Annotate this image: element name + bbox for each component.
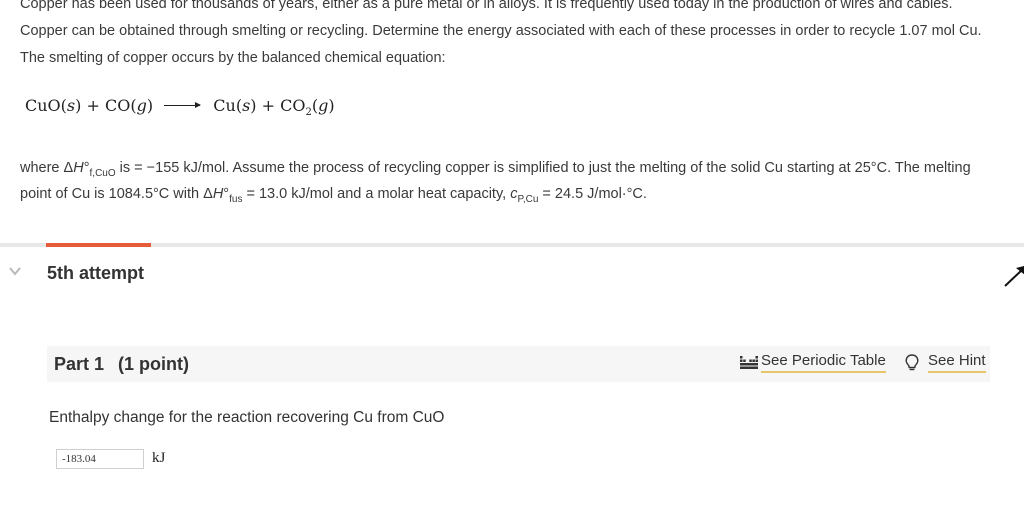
answer-unit: kJ <box>152 450 166 466</box>
question-text: Enthalpy change for the reaction recover… <box>49 409 445 426</box>
product-1: Cu(s) <box>213 96 257 115</box>
progress-accent-bar <box>46 243 151 247</box>
problem-line-5: point of Cu is 1084.5°C with ΔH°fus = 13… <box>20 186 647 205</box>
lightbulb-icon <box>905 353 919 370</box>
see-hint-label[interactable]: See Hint <box>928 352 986 373</box>
see-periodic-table-link[interactable]: See Periodic Table <box>740 352 886 373</box>
product-2: CO2(g) <box>280 96 335 119</box>
problem-line-2: Copper can be obtained through smelting … <box>20 23 982 39</box>
problem-line-3: The smelting of copper occurs by the bal… <box>20 50 446 66</box>
section-divider <box>0 243 1024 247</box>
plus-sign: + <box>86 96 100 115</box>
reaction-arrow-icon <box>164 102 202 108</box>
reactant-1: CuO(s) <box>25 96 82 115</box>
chemical-equation: CuO(s) + CO(g) Cu(s) + CO2(g) <box>25 96 335 118</box>
part-points: (1 point) <box>118 354 190 374</box>
arrow-icon <box>1004 266 1024 287</box>
plus-sign: + <box>261 96 276 115</box>
reactant-2: CO(g) <box>104 96 154 115</box>
see-periodic-table-label[interactable]: See Periodic Table <box>761 352 886 373</box>
see-hint-link[interactable]: See Hint <box>905 352 986 373</box>
chevron-down-icon[interactable] <box>9 265 21 277</box>
problem-line-1: Copper has been used for thousands of ye… <box>20 0 953 12</box>
periodic-table-icon <box>740 355 758 369</box>
part-title: Part 1 (1 point) <box>54 354 189 375</box>
part-number: Part 1 <box>54 354 105 374</box>
attempt-label[interactable]: 5th attempt <box>47 263 144 284</box>
answer-input[interactable] <box>56 449 144 469</box>
